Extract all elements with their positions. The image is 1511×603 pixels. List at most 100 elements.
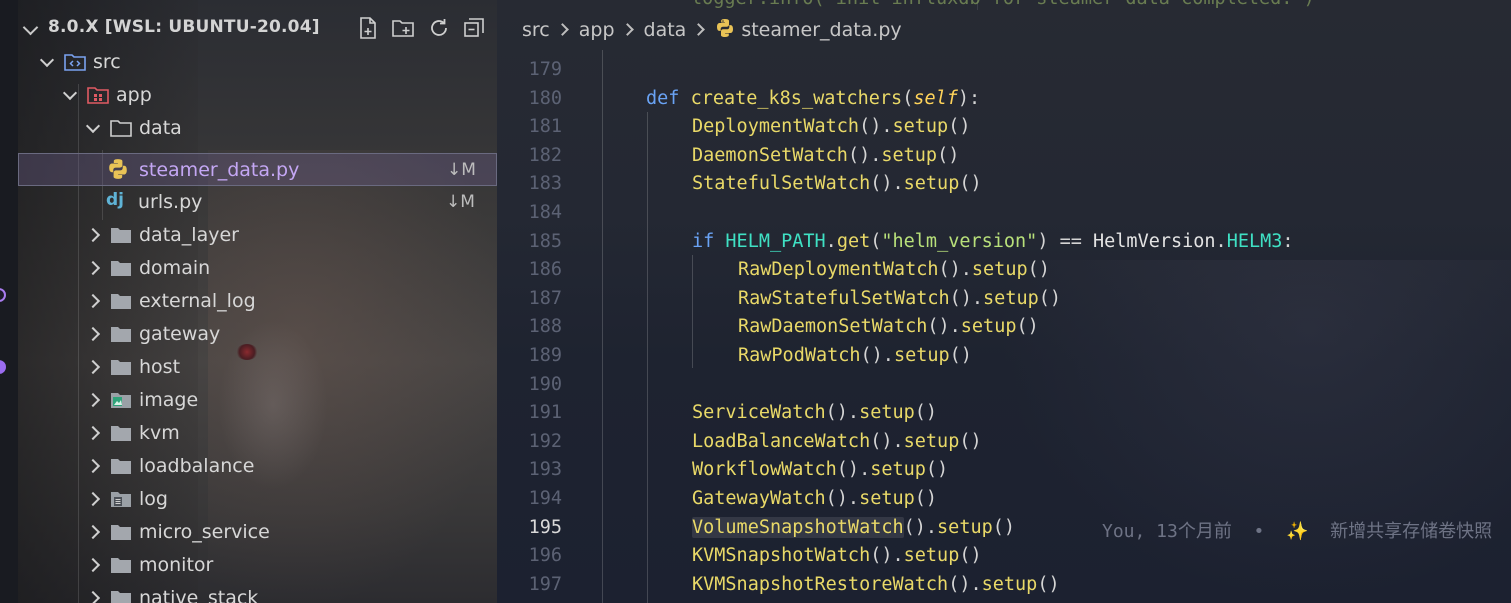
tree-item-app[interactable]: app <box>18 79 497 112</box>
sparkle-icon: ✨ <box>1286 520 1309 542</box>
folder-icon <box>110 292 132 310</box>
line-number: 179 <box>528 59 562 80</box>
chevron-right-icon[interactable] <box>85 260 101 276</box>
tree-item-label: urls.py <box>138 191 203 213</box>
folder-icon <box>110 589 132 603</box>
code-line[interactable]: 187 RawStatefulSetWatch().setup() <box>497 285 1511 314</box>
breadcrumb-item-file[interactable]: steamer_data.py <box>741 19 901 41</box>
chevron-right-icon[interactable] <box>85 524 101 540</box>
tree-item-monitor[interactable]: monitor <box>18 549 497 582</box>
code-line[interactable]: 191 ServiceWatch().setup() <box>497 399 1511 428</box>
django-file-icon: dj <box>106 189 128 210</box>
code-line[interactable]: 192 LoadBalanceWatch().setup() <box>497 428 1511 457</box>
chevron-down-icon[interactable] <box>85 118 101 134</box>
folder-icon <box>110 556 132 574</box>
breadcrumb-item-app[interactable]: app <box>579 19 615 41</box>
code-text: def create_k8s_watchers(self): <box>646 87 981 109</box>
code-text: if HELM_PATH.get("helm_version") == Helm… <box>692 230 1294 252</box>
code-line[interactable]: 183 StatefulSetWatch().setup() <box>497 170 1511 199</box>
chevron-right-icon[interactable] <box>85 590 101 603</box>
chevron-right-icon[interactable] <box>85 326 101 342</box>
tree-item-external-log[interactable]: external_log <box>18 285 497 318</box>
line-number: 189 <box>528 345 562 366</box>
line-number: 186 <box>528 259 562 281</box>
settings-badge-icon[interactable] <box>0 360 6 374</box>
code-line[interactable]: 195 VolumeSnapshotWatch().setup() You, 13个… <box>497 514 1511 543</box>
line-number: 194 <box>528 488 562 509</box>
code-text: StatefulSetWatch().setup() <box>692 173 982 195</box>
chevron-right-icon[interactable] <box>85 392 101 408</box>
chevron-right-icon[interactable] <box>85 458 101 474</box>
chevron-right-icon <box>620 23 634 36</box>
code-text: RawPodWatch().setup() <box>738 345 972 366</box>
code-line[interactable]: 179 <box>497 56 1511 85</box>
line-number: 181 <box>528 116 562 138</box>
chevron-right-icon[interactable] <box>85 293 101 309</box>
folder-icon <box>110 325 132 343</box>
code-line[interactable]: 180 def create_k8s_watchers(self): <box>497 85 1511 114</box>
line-number: 192 <box>528 430 562 452</box>
code-line[interactable]: 184 <box>497 199 1511 228</box>
line-number: 196 <box>528 545 562 567</box>
tree-item-urls-py[interactable]: dj urls.py ↓M <box>18 186 497 219</box>
code-line[interactable]: 182 DaemonSetWatch().setup() <box>497 142 1511 171</box>
tree-item-loadbalance[interactable]: loadbalance <box>18 450 497 483</box>
tree-item-label: data <box>139 117 182 139</box>
breadcrumb-item-data[interactable]: data <box>644 19 687 41</box>
log-folder-icon <box>110 490 132 508</box>
git-status-badge: ↓M <box>446 192 475 212</box>
chevron-right-icon[interactable] <box>85 359 101 375</box>
tree-item-src[interactable]: src <box>18 46 497 79</box>
partial-code-line: logger.info("init influxdb for steamer d… <box>691 0 1315 9</box>
line-number: 184 <box>528 202 562 223</box>
tree-item-label: gateway <box>139 323 221 345</box>
tree-item-image[interactable]: image <box>18 384 497 417</box>
code-text: KVMSnapshotRestoreWatch().setup() <box>692 573 1060 595</box>
tree-item-kvm[interactable]: kvm <box>18 417 497 450</box>
chevron-right-icon[interactable] <box>85 227 101 243</box>
tree-item-gateway[interactable]: gateway <box>18 318 497 351</box>
code-line[interactable]: 196 KVMSnapshotWatch().setup() <box>497 542 1511 571</box>
tree-item-micro-service[interactable]: micro_service <box>18 516 497 549</box>
code-line[interactable]: 181 DeploymentWatch().setup() <box>497 113 1511 142</box>
accounts-icon[interactable] <box>0 288 6 302</box>
code-line[interactable]: 188 RawDaemonSetWatch().setup() <box>497 313 1511 342</box>
tree-item-steamer-data-py[interactable]: steamer_data.py ↓M <box>18 153 497 186</box>
code-line[interactable]: 185 if HELM_PATH.get("helm_version") == H… <box>497 228 1511 257</box>
chevron-right-icon[interactable] <box>85 557 101 573</box>
line-number: 187 <box>528 287 562 309</box>
code-text: VolumeSnapshotWatch().setup() <box>692 516 1016 538</box>
code-text: RawStatefulSetWatch().setup() <box>738 287 1062 309</box>
explorer-header[interactable]: 8.0.X [WSL: UBUNTU-20.04] <box>18 12 497 46</box>
workspace-title[interactable]: 8.0.X [WSL: UBUNTU-20.04] <box>48 17 320 37</box>
chevron-down-icon[interactable] <box>22 19 39 36</box>
tree-item-host[interactable]: host <box>18 351 497 384</box>
tree-item-native-stack[interactable]: native_stack <box>18 582 497 603</box>
code-line[interactable]: 190 <box>497 371 1511 400</box>
chevron-down-icon[interactable] <box>39 52 55 68</box>
chevron-right-icon[interactable] <box>85 491 101 507</box>
code-text: ServiceWatch().setup() <box>692 402 938 424</box>
tree-item-data[interactable]: data <box>18 112 497 145</box>
breadcrumb-item-src[interactable]: src <box>522 19 550 41</box>
chevron-right-icon[interactable] <box>85 425 101 441</box>
new-folder-icon[interactable] <box>391 16 415 40</box>
code-line[interactable]: 194 GatewayWatch().setup() <box>497 485 1511 514</box>
new-file-icon[interactable] <box>356 16 380 40</box>
refresh-icon[interactable] <box>427 16 451 40</box>
tree-item-label: domain <box>139 257 211 279</box>
tree-item-label: data_layer <box>139 224 239 246</box>
tree-item-data-layer[interactable]: data_layer <box>18 219 497 252</box>
tree-item-label: native_stack <box>139 587 259 603</box>
collapse-all-icon[interactable] <box>462 16 486 40</box>
folder-icon <box>110 358 132 376</box>
chevron-down-icon[interactable] <box>62 85 78 101</box>
folder-icon <box>110 226 132 244</box>
code-line[interactable]: 193 WorkflowWatch().setup() <box>497 456 1511 485</box>
code-line[interactable]: 189 RawPodWatch().setup() <box>497 342 1511 371</box>
tree-item-log[interactable]: log <box>18 483 497 516</box>
folder-icon <box>110 424 132 442</box>
code-line[interactable]: 197 KVMSnapshotRestoreWatch().setup() <box>497 571 1511 600</box>
code-line[interactable]: 186 RawDeploymentWatch().setup() <box>497 256 1511 285</box>
tree-item-domain[interactable]: domain <box>18 252 497 285</box>
